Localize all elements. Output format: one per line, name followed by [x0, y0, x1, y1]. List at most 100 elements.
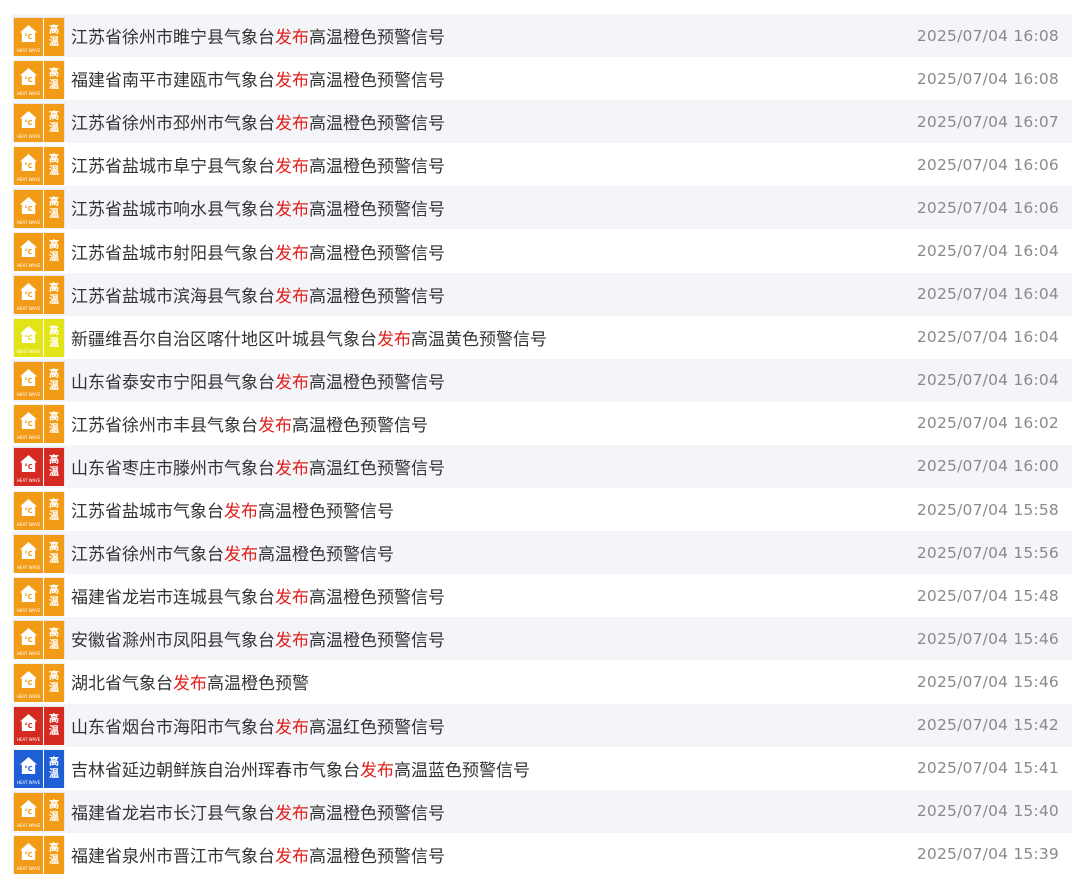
heat-wave-warning-icon: °C HEAT WAVE 高 温 [13, 232, 65, 272]
icon-glyph-top: 高 [49, 110, 59, 122]
warning-timestamp: 2025/07/04 15:48 [916, 586, 1059, 605]
warning-issuer: 江苏省徐州市睢宁县气象台 [71, 28, 275, 49]
warning-verb: 发布 [275, 631, 309, 652]
warning-type: 高温橙色预警信号 [309, 631, 445, 652]
svg-text:°C: °C [24, 162, 32, 170]
icon-footer-label: HEAT WAVE [17, 263, 41, 269]
house-thermometer-icon: °C [19, 713, 38, 732]
icon-glyph-top: 高 [49, 240, 59, 252]
icon-footer-label: HEAT WAVE [17, 349, 41, 355]
icon-glyph-top: 高 [49, 627, 59, 639]
svg-text:°C: °C [24, 248, 32, 256]
icon-glyph-bottom: 温 [49, 467, 59, 479]
warning-list-item[interactable]: °C HEAT WAVE 高 温 福建省南平市建瓯市气象台发布高温橙色预警信号 … [12, 57, 1072, 100]
warning-list-item[interactable]: °C HEAT WAVE 高 温 安徽省滁州市凤阳县气象台发布高温橙色预警信号 … [12, 617, 1072, 661]
warning-verb: 发布 [275, 200, 309, 221]
icon-left-panel: °C HEAT WAVE [14, 620, 43, 659]
warning-verb: 发布 [275, 372, 309, 393]
icon-left-panel: °C HEAT WAVE [14, 60, 43, 99]
svg-text:°C: °C [24, 421, 32, 429]
warning-type: 高温橙色预警信号 [309, 846, 445, 867]
warning-timestamp: 2025/07/04 16:00 [916, 457, 1059, 476]
warning-list-item[interactable]: °C HEAT WAVE 高 温 湖北省气象台发布高温橙色预警 2025/07/… [12, 660, 1072, 703]
icon-left-panel: °C HEAT WAVE [14, 707, 43, 746]
warning-type: 高温橙色预警信号 [258, 545, 394, 566]
icon-left-panel: °C HEAT WAVE [14, 17, 43, 56]
heat-wave-warning-icon: °C HEAT WAVE 高 温 [13, 145, 65, 185]
warning-issuer: 山东省枣庄市滕州市气象台 [71, 458, 275, 479]
warning-type: 高温蓝色预警信号 [394, 760, 530, 781]
svg-text:°C: °C [24, 593, 32, 601]
icon-glyph-bottom: 温 [49, 252, 59, 264]
warning-list-item[interactable]: °C HEAT WAVE 高 温 山东省枣庄市滕州市气象台发布高温红色预警信号 … [12, 444, 1072, 489]
icon-glyph-bottom: 温 [49, 553, 59, 565]
icon-footer-label: HEAT WAVE [17, 176, 41, 182]
warning-list-item[interactable]: °C HEAT WAVE 高 温 江苏省徐州市睢宁县气象台发布高温橙色预警信号 … [12, 14, 1072, 58]
warning-issuer: 山东省烟台市海阳市气象台 [71, 717, 275, 738]
icon-glyph-panel: 高 温 [44, 491, 64, 530]
icon-glyph-top: 高 [49, 412, 59, 424]
heat-wave-warning-icon: °C HEAT WAVE 高 温 [13, 576, 65, 616]
warning-list-item[interactable]: °C HEAT WAVE 高 温 福建省龙岩市连城县气象台发布高温橙色预警信号 … [12, 574, 1072, 617]
warning-list-item[interactable]: °C HEAT WAVE 高 温 江苏省徐州市丰县气象台发布高温橙色预警信号 2… [12, 402, 1072, 445]
icon-left-panel: °C HEAT WAVE [14, 189, 43, 228]
house-thermometer-icon: °C [19, 843, 38, 861]
house-thermometer-icon: °C [19, 196, 38, 214]
warning-list-item[interactable]: °C HEAT WAVE 高 温 江苏省徐州市气象台发布高温橙色预警信号 202… [12, 531, 1072, 575]
icon-glyph-panel: 高 温 [44, 836, 64, 875]
icon-glyph-panel: 高 温 [44, 793, 64, 832]
icon-glyph-bottom: 温 [49, 726, 59, 738]
warning-verb: 发布 [275, 846, 309, 867]
warning-verb: 发布 [275, 243, 309, 264]
warning-type: 高温橙色预警 [207, 674, 309, 695]
warning-verb: 发布 [275, 114, 309, 135]
warning-verb: 发布 [377, 329, 411, 350]
warning-issuer: 安徽省滁州市凤阳县气象台 [71, 631, 275, 652]
warning-list-item[interactable]: °C HEAT WAVE 高 温 江苏省盐城市气象台发布高温橙色预警信号 202… [12, 488, 1072, 531]
house-thermometer-icon: °C [19, 110, 38, 128]
warning-list-item[interactable]: °C HEAT WAVE 高 温 江苏省盐城市响水县气象台发布高温橙色预警信号 … [12, 186, 1072, 230]
warning-verb: 发布 [224, 502, 258, 523]
warning-list-item[interactable]: °C HEAT WAVE 高 温 新疆维吾尔自治区喀什地区叶城县气象台发布高温黄… [12, 316, 1072, 359]
svg-text:°C: °C [24, 291, 32, 299]
warning-list-item[interactable]: °C HEAT WAVE 高 温 山东省泰安市宁阳县气象台发布高温橙色预警信号 … [12, 358, 1072, 402]
icon-glyph-bottom: 温 [49, 79, 59, 91]
svg-text:°C: °C [24, 205, 32, 213]
warning-list-item[interactable]: °C HEAT WAVE 高 温 江苏省徐州市邳州市气象台发布高温橙色预警信号 … [12, 100, 1072, 144]
svg-text:°C: °C [24, 33, 32, 41]
house-thermometer-icon: °C [19, 283, 38, 301]
house-thermometer-icon: °C [19, 498, 38, 516]
house-thermometer-icon: °C [19, 24, 38, 42]
warning-type: 高温橙色预警信号 [309, 28, 445, 49]
warning-verb: 发布 [275, 286, 309, 307]
icon-glyph-top: 高 [49, 196, 59, 208]
icon-glyph-panel: 高 温 [44, 17, 64, 56]
warning-timestamp: 2025/07/04 16:04 [916, 371, 1059, 390]
icon-left-panel: °C HEAT WAVE [14, 276, 43, 315]
icon-glyph-top: 高 [49, 800, 59, 812]
warning-list-item[interactable]: °C HEAT WAVE 高 温 福建省泉州市晋江市气象台发布高温橙色预警信号 … [12, 833, 1072, 876]
warning-list-item[interactable]: °C HEAT WAVE 高 温 江苏省盐城市滨海县气象台发布高温橙色预警信号 … [12, 272, 1072, 316]
icon-glyph-top: 高 [49, 498, 59, 510]
icon-glyph-panel: 高 温 [44, 60, 64, 99]
warning-list-item[interactable]: °C HEAT WAVE 高 温 福建省龙岩市长汀县气象台发布高温橙色预警信号 … [12, 789, 1072, 833]
warning-timestamp: 2025/07/04 15:42 [916, 716, 1059, 735]
warning-list-item[interactable]: °C HEAT WAVE 高 温 江苏省盐城市阜宁县气象台发布高温橙色预警信号 … [12, 143, 1072, 186]
warning-timestamp: 2025/07/04 15:41 [916, 759, 1059, 778]
house-thermometer-icon: °C [19, 153, 38, 171]
house-thermometer-icon: °C [19, 800, 38, 818]
warning-timestamp: 2025/07/04 16:06 [916, 198, 1059, 217]
house-thermometer-icon: °C [19, 239, 38, 258]
warning-list-item[interactable]: °C HEAT WAVE 高 温 山东省烟台市海阳市气象台发布高温红色预警信号 … [12, 703, 1072, 747]
icon-glyph-panel: 高 温 [44, 189, 64, 228]
svg-text:°C: °C [24, 852, 32, 860]
icon-glyph-top: 高 [49, 584, 59, 596]
icon-left-panel: °C HEAT WAVE [14, 319, 43, 358]
warning-type: 高温橙色预警信号 [309, 243, 445, 264]
warning-timestamp: 2025/07/04 16:08 [916, 26, 1059, 45]
warning-list-item[interactable]: °C HEAT WAVE 高 温 吉林省延边朝鲜族自治州珲春市气象台发布高温蓝色… [12, 747, 1072, 790]
icon-left-panel: °C HEAT WAVE [14, 233, 43, 272]
warning-list-item[interactable]: °C HEAT WAVE 高 温 江苏省盐城市射阳县气象台发布高温橙色预警信号 … [12, 229, 1072, 272]
house-thermometer-icon: °C [19, 326, 38, 344]
heat-wave-warning-icon: °C HEAT WAVE 高 温 [13, 361, 65, 401]
